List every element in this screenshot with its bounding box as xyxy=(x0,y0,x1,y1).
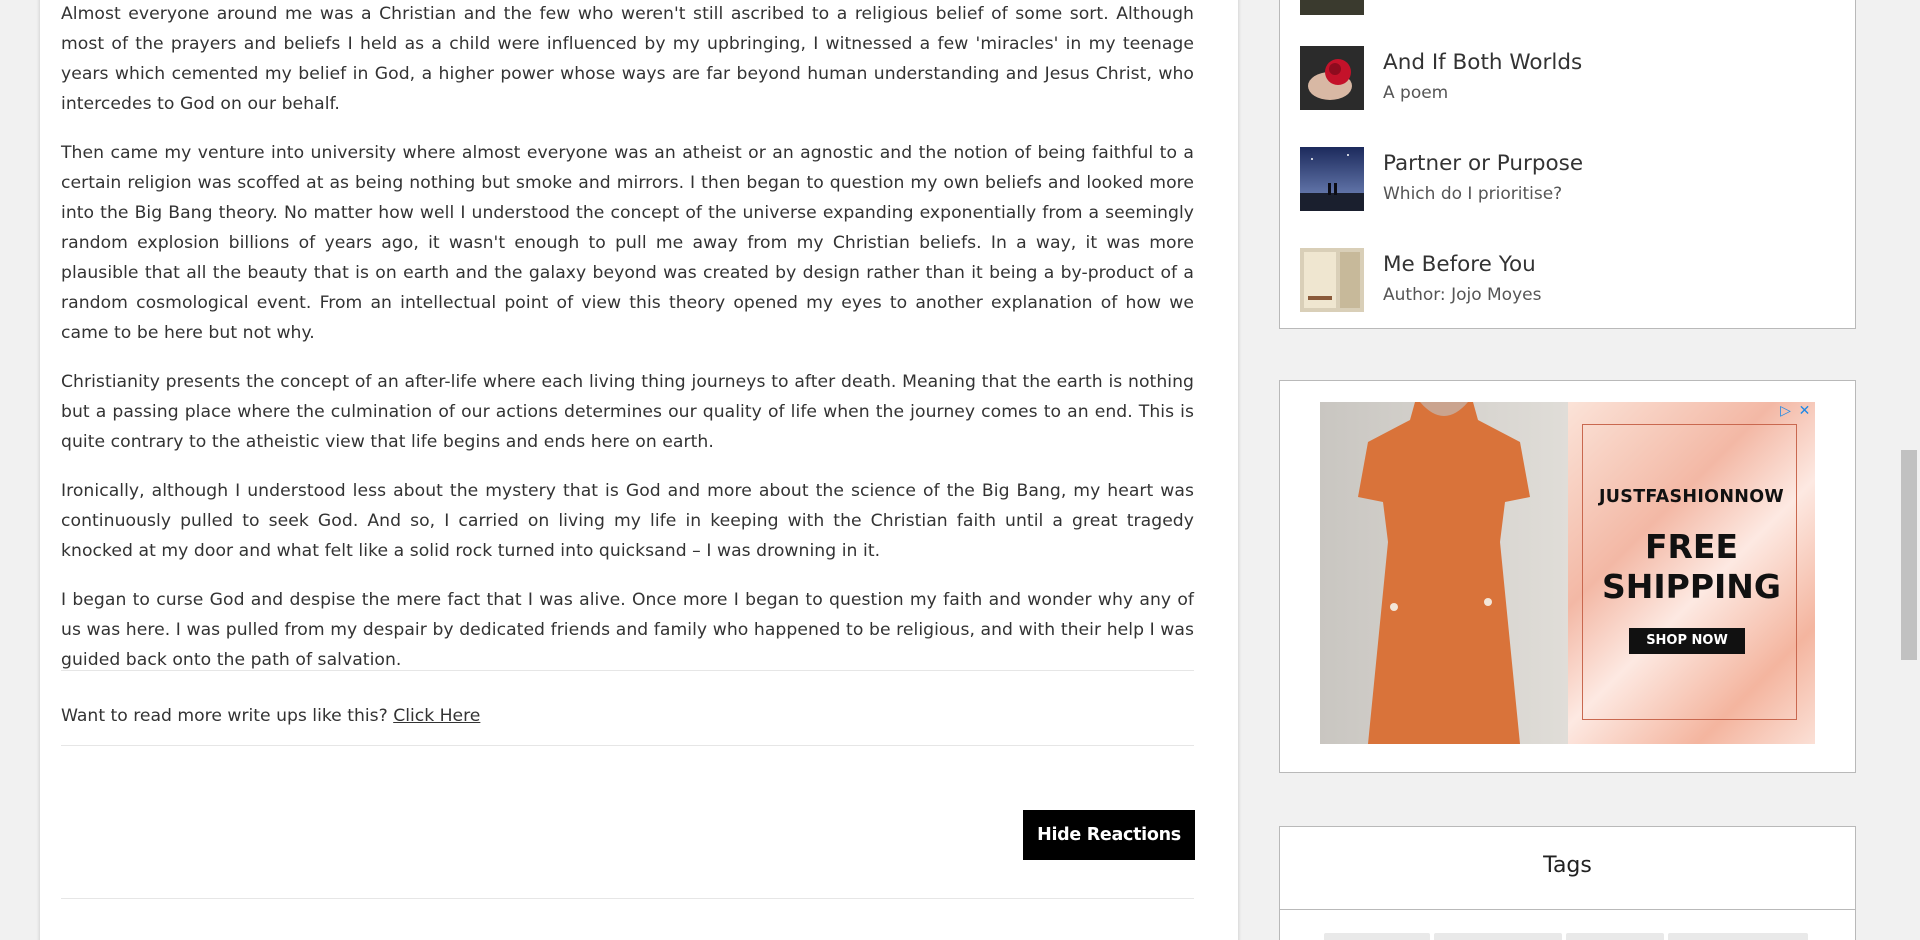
hide-reactions-button[interactable]: Hide Reactions xyxy=(1023,810,1195,860)
tag-pill[interactable] xyxy=(1566,933,1664,940)
divider xyxy=(61,670,1194,671)
divider xyxy=(61,898,1194,899)
related-post-subtitle: A poem xyxy=(1383,83,1449,103)
article-card: Almost everyone around me was a Christia… xyxy=(40,0,1238,940)
article-paragraph: Then came my venture into university whe… xyxy=(61,143,1194,343)
scrollbar-thumb[interactable] xyxy=(1901,450,1917,660)
ad-brand: JUSTFASHIONNOW xyxy=(1598,487,1785,507)
article-paragraph: I began to curse God and despise the mer… xyxy=(61,590,1194,670)
ad-headline: FREE SHIPPING xyxy=(1568,527,1815,607)
close-icon[interactable]: ✕ xyxy=(1797,404,1812,419)
read-more-prompt: Want to read more write ups like this? xyxy=(61,706,388,726)
divider xyxy=(61,745,1194,746)
tags-title: Tags xyxy=(1543,853,1592,878)
related-post-title[interactable]: Partner or Purpose xyxy=(1383,151,1583,176)
red-rose-hand-image xyxy=(1300,46,1364,110)
page-scrollbar[interactable] xyxy=(1898,0,1920,940)
ad-banner[interactable]: JUSTFASHIONNOW FREE SHIPPING SHOP NOW ▷ … xyxy=(1320,402,1815,744)
article-body: Almost everyone around me was a Christia… xyxy=(61,0,1194,694)
click-here-link[interactable]: Click Here xyxy=(393,706,480,726)
adchoices-icon[interactable]: ▷ xyxy=(1778,404,1793,419)
shop-now-button[interactable]: SHOP NOW xyxy=(1629,628,1745,654)
page: Almost everyone around me was a Christia… xyxy=(0,0,1920,940)
ad-headline-line: SHIPPING xyxy=(1601,567,1782,606)
article-paragraph: Ironically, although I understood less a… xyxy=(61,481,1194,561)
related-post-subtitle: Which do I prioritise? xyxy=(1383,184,1563,204)
related-post-title[interactable]: And If Both Worlds xyxy=(1383,50,1582,75)
article-paragraph: Christianity presents the concept of an … xyxy=(61,372,1194,452)
advertisement-box: JUSTFASHIONNOW FREE SHIPPING SHOP NOW ▷ … xyxy=(1279,380,1856,773)
ad-controls: ▷ ✕ xyxy=(1778,404,1812,420)
read-more-line: Want to read more write ups like this? C… xyxy=(61,706,480,726)
ad-text-panel: JUSTFASHIONNOW FREE SHIPPING SHOP NOW ▷ … xyxy=(1568,402,1815,744)
article-paragraph: Almost everyone around me was a Christia… xyxy=(61,4,1194,114)
night-sky-couple-image xyxy=(1300,147,1364,211)
related-post-subtitle: Author: Jojo Moyes xyxy=(1383,285,1542,305)
tag-pill[interactable] xyxy=(1434,933,1562,940)
tag-pill[interactable] xyxy=(1324,933,1430,940)
post-thumbnail xyxy=(1300,0,1364,15)
tag-pill[interactable] xyxy=(1668,933,1808,940)
related-post-title[interactable]: Me Before You xyxy=(1383,252,1536,277)
related-posts-box: And If Both Worlds A poem Partner or Pur… xyxy=(1279,0,1856,329)
tags-box: Tags xyxy=(1279,826,1856,940)
orange-dress-image xyxy=(1320,402,1568,744)
book-cover-image xyxy=(1300,248,1364,312)
ad-headline-line: FREE xyxy=(1644,527,1739,566)
divider xyxy=(1280,909,1855,910)
